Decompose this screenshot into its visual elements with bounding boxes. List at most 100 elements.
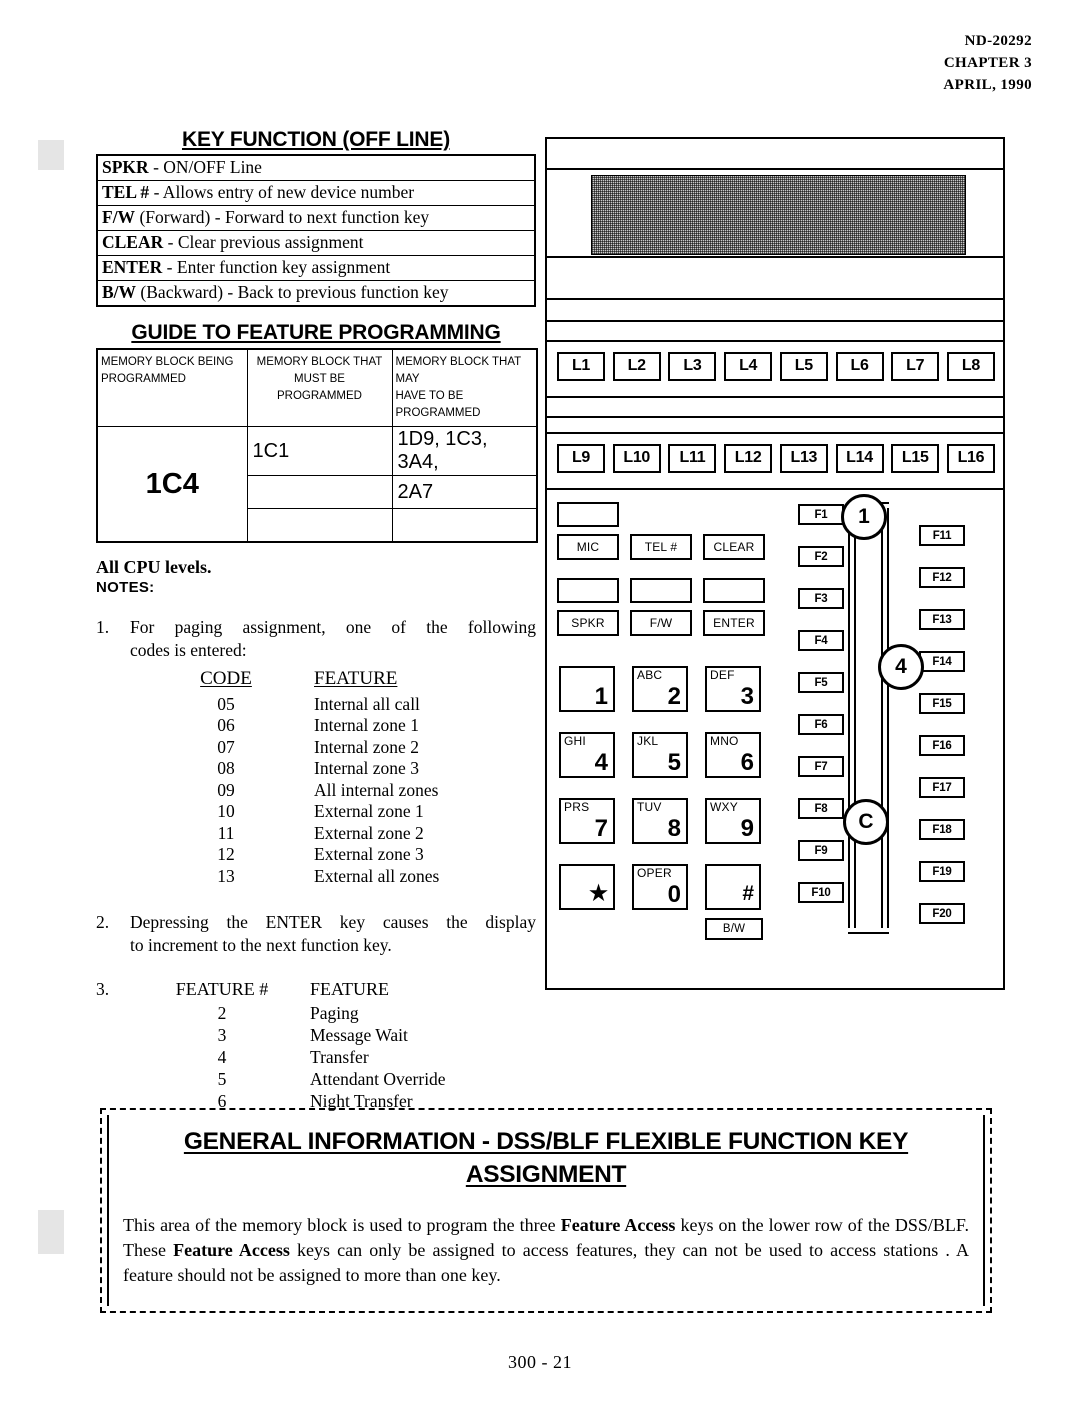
function-key-f6[interactable]: F6 (798, 714, 844, 735)
function-key-rail-right (881, 502, 889, 934)
col-header-may-be-programmed: MEMORY BLOCK THAT MAY HAVE TO BE PROGRAM… (391, 348, 538, 427)
paging-code-table: CODE FEATURE 05 Internal all call 06 Inter… (156, 668, 439, 887)
function-key-f7[interactable]: F7 (798, 756, 844, 777)
code-value: 11 (217, 822, 235, 843)
function-key-f4[interactable]: F4 (798, 630, 844, 651)
dial-key-2[interactable]: ABC 2 (632, 666, 688, 712)
diagram-band (547, 418, 1003, 434)
dial-key-6[interactable]: MNO 6 (705, 732, 761, 778)
line-key-l13[interactable]: L13 (779, 444, 828, 473)
line-key-l12[interactable]: L12 (724, 444, 773, 473)
callout-marker-4: 4 (878, 644, 924, 690)
doc-number: ND-20292 (964, 33, 1032, 49)
table-row: TEL # - Allows entry of new device numbe… (97, 180, 535, 206)
note-text-line: to increment to the next function key. (130, 934, 392, 955)
line-key-l4[interactable]: L4 (724, 352, 773, 381)
dial-key-digit: 8 (667, 815, 681, 842)
col-header-being-programmed: MEMORY BLOCK BEING PROGRAMMED (96, 348, 248, 427)
guide-to-feature-programming-table: MEMORY BLOCK BEING PROGRAMMED MEMORY BLO… (96, 348, 538, 543)
line-key-l15[interactable]: L15 (891, 444, 940, 473)
body-text-bold: Feature Access (173, 1240, 290, 1260)
table-row: SPKR - ON/OFF Line (97, 154, 535, 181)
dial-key-digit: 9 (740, 815, 754, 842)
function-key-f10[interactable]: F10 (798, 882, 844, 903)
function-key-f20[interactable]: F20 (919, 903, 965, 924)
diagram-band (547, 139, 1003, 170)
function-key-f13[interactable]: F13 (919, 609, 965, 630)
dial-key-5[interactable]: JKL 5 (632, 732, 688, 778)
function-key-f19[interactable]: F19 (919, 861, 965, 882)
line-key-l5[interactable]: L5 (779, 352, 828, 381)
function-key-f17[interactable]: F17 (919, 777, 965, 798)
callout-marker-1: 1 (841, 494, 887, 540)
function-key-f9[interactable]: F9 (798, 840, 844, 861)
line-key-l3[interactable]: L3 (668, 352, 717, 381)
table-row: 05 Internal all call (156, 694, 439, 716)
function-key-f15[interactable]: F15 (919, 693, 965, 714)
dial-key-alpha: OPER (637, 866, 672, 880)
line-key-l6[interactable]: L6 (835, 352, 884, 381)
dial-key-4[interactable]: GHI 4 (559, 732, 615, 778)
lcd-display-area (591, 175, 966, 255)
may-program-value (391, 508, 538, 543)
code-column-header: CODE (200, 668, 252, 689)
enter-key[interactable]: ENTER (703, 610, 765, 636)
telephone-diagram: L1 L2 L3 L4 L5 L6 L7 L8 L9 L10 L11 L12 L… (545, 137, 1005, 990)
table-row: F/W (Forward) - Forward to next function… (97, 205, 535, 231)
fw-key[interactable]: F/W (630, 610, 692, 636)
dial-key-7[interactable]: PRS 7 (559, 798, 615, 844)
function-key-rail-left (848, 502, 856, 934)
function-key-f1[interactable]: F1 (798, 504, 844, 525)
function-key-f3[interactable]: F3 (798, 588, 844, 609)
line-key-l2[interactable]: L2 (612, 352, 661, 381)
table-row: 1C4 1C1 1D9, 1C3, 3A4, (96, 426, 538, 543)
function-key-f5[interactable]: F5 (798, 672, 844, 693)
left-column: KEY FUNCTION (OFF LINE) SPKR - ON/OFF Li… (96, 128, 538, 1112)
dial-key-9[interactable]: WXY 9 (705, 798, 761, 844)
dial-key-star[interactable]: ★ (559, 864, 615, 910)
feature-column-header: FEATURE (310, 979, 390, 999)
key-function-title: KEY FUNCTION (OFF LINE) (181, 128, 450, 151)
code-value: 09 (217, 779, 235, 800)
spkr-key[interactable]: SPKR (557, 610, 619, 636)
diagram-band (547, 322, 1003, 342)
dial-key-hash[interactable]: # (705, 864, 761, 910)
note-text-line: Depressing the ENTER key causes the disp… (130, 912, 536, 932)
function-key-f11[interactable]: F11 (919, 525, 965, 546)
table-row: 2 Paging (152, 1002, 446, 1024)
dial-key-8[interactable]: TUV 8 (632, 798, 688, 844)
tel-number-key[interactable]: TEL # (630, 534, 692, 560)
line-key-l10[interactable]: L10 (612, 444, 661, 473)
dial-key-digit: 4 (594, 749, 608, 776)
line-key-l1[interactable]: L1 (557, 352, 605, 381)
function-key-f18[interactable]: F18 (919, 819, 965, 840)
dial-key-3[interactable]: DEF 3 (705, 666, 761, 712)
code-value: 12 (217, 844, 235, 864)
line-key-l8[interactable]: L8 (946, 352, 995, 381)
feature-value: Internal zone 1 (314, 715, 419, 735)
table-header-row: CODE FEATURE (156, 668, 439, 694)
table-row: CLEAR - Clear previous assignment (97, 230, 535, 256)
notes-label: NOTES: (96, 579, 155, 596)
dial-key-alpha: MNO (710, 734, 739, 748)
mic-led-indicator (557, 502, 619, 527)
function-key-f2[interactable]: F2 (798, 546, 844, 567)
function-key-f12[interactable]: F12 (919, 567, 965, 588)
function-key-f8[interactable]: F8 (798, 798, 844, 819)
line-key-l14[interactable]: L14 (835, 444, 884, 473)
mic-key[interactable]: MIC (557, 534, 619, 560)
line-key-l7[interactable]: L7 (891, 352, 940, 381)
clear-key[interactable]: CLEAR (703, 534, 765, 560)
line-key-l11[interactable]: L11 (668, 444, 717, 473)
line-key-l16[interactable]: L16 (946, 444, 995, 473)
function-key-f14[interactable]: F14 (919, 651, 965, 672)
feature-value: Internal all call (314, 693, 420, 714)
table-row: 4 Transfer (152, 1046, 446, 1068)
dial-key-1[interactable]: 1 (559, 666, 615, 712)
dial-key-alpha: WXY (710, 800, 738, 814)
bw-key[interactable]: B/W (705, 918, 763, 940)
function-key-f16[interactable]: F16 (919, 735, 965, 756)
dial-key-0[interactable]: OPER 0 (632, 864, 688, 910)
line-key-l9[interactable]: L9 (557, 444, 605, 473)
enter-led-indicator (703, 578, 765, 603)
